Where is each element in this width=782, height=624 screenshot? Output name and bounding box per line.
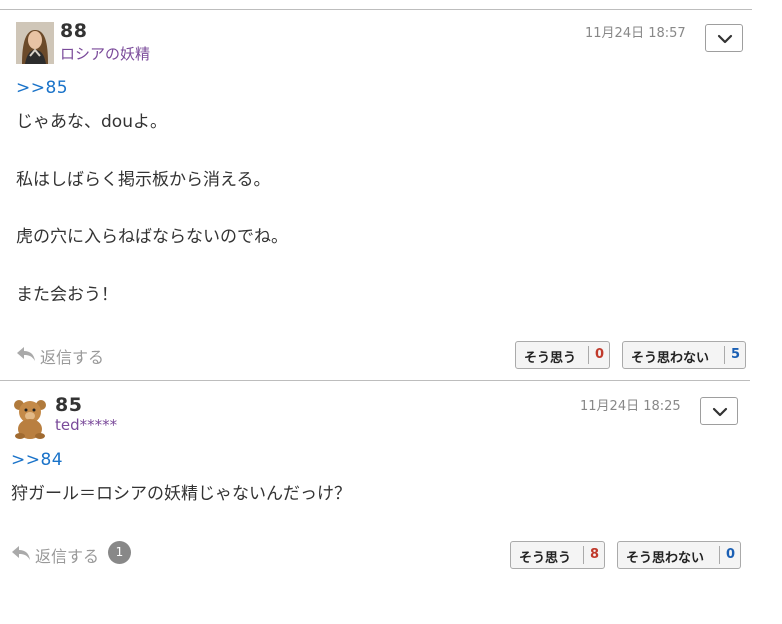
vote-separator: [583, 546, 584, 564]
reply-anchor-link[interactable]: >>84: [11, 450, 63, 470]
vote-separator: [719, 546, 720, 564]
chevron-down-icon: [717, 34, 733, 44]
reply-count-badge[interactable]: 1: [108, 541, 131, 564]
post-menu-button[interactable]: [700, 397, 738, 425]
vote-separator: [588, 346, 589, 364]
disagree-button[interactable]: そう思わない 0: [617, 541, 741, 569]
woman-portrait-avatar[interactable]: [16, 22, 54, 64]
post-number: 88: [60, 20, 88, 42]
post-date: 11月24日 18:25: [580, 399, 681, 414]
reply-anchor-link[interactable]: >>85: [16, 78, 68, 98]
agree-label: そう思う: [519, 551, 572, 566]
reply-arrow-icon: [12, 546, 30, 560]
disagree-count: 5: [731, 347, 741, 362]
agree-count: 8: [590, 547, 600, 562]
post-body-line: じゃあな、douよ。: [16, 112, 167, 132]
username-link[interactable]: ted*****: [55, 416, 117, 434]
agree-count: 0: [595, 347, 605, 362]
agree-button[interactable]: そう思う 8: [510, 541, 605, 569]
comment-post: 85 ted***** 11月24日 18:25 >>84 狩ガール＝ロシアの妖…: [0, 381, 760, 601]
agree-button[interactable]: そう思う 0: [515, 341, 610, 369]
reply-label: 返信する: [35, 547, 100, 566]
comment-post: 88 ロシアの妖精 11月24日 18:57 >>85 じゃあな、douよ。 私…: [0, 0, 760, 380]
post-date: 11月24日 18:57: [585, 26, 686, 41]
username-link[interactable]: ロシアの妖精: [60, 43, 150, 64]
disagree-count: 0: [726, 547, 736, 562]
disagree-label: そう思わない: [626, 551, 705, 566]
reply-arrow-icon: [17, 347, 35, 361]
post-menu-button[interactable]: [705, 24, 743, 52]
disagree-button[interactable]: そう思わない 5: [622, 341, 746, 369]
post-body-line: 私はしばらく掲示板から消える。: [16, 170, 271, 190]
post-body-line: 狩ガール＝ロシアの妖精じゃないんだっけ？: [11, 484, 351, 504]
post-body-line: また会おう！: [16, 285, 118, 305]
reply-button[interactable]: 返信する: [16, 344, 126, 367]
vote-separator: [724, 346, 725, 364]
disagree-label: そう思わない: [631, 351, 710, 366]
teddy-bear-avatar[interactable]: [11, 397, 49, 439]
chevron-down-icon: [712, 407, 728, 417]
post-body-line: 虎の穴に入らねばならないのでね。: [16, 227, 288, 247]
post-number: 85: [55, 394, 83, 416]
agree-label: そう思う: [524, 351, 577, 366]
reply-label: 返信する: [40, 348, 105, 367]
reply-button[interactable]: 返信する: [11, 543, 111, 566]
